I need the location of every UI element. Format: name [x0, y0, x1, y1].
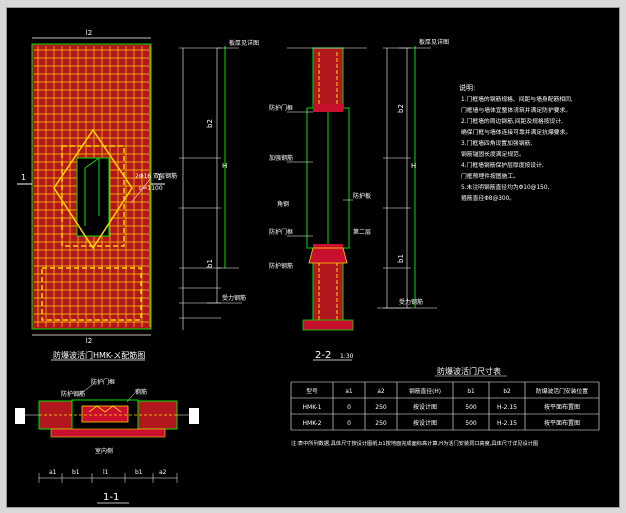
s11-dim-3: b1 [135, 469, 143, 476]
table-header-cell: 防爆波活门安装位置 [536, 387, 588, 395]
s11-dim-4: a2 [159, 469, 167, 476]
plan-top-note: 板厚见详图 [229, 39, 259, 47]
s22-label-right-1: 第二层 [353, 228, 371, 236]
section-22: 防护门框 加强钢筋 角钢 防护门框 防护钢筋 防护板 第二层 2-2 1:30 [269, 47, 371, 361]
plan-tick-marks [179, 47, 221, 319]
plan-dim-b1: b1 [206, 259, 214, 268]
notes: 说明: 1.门框墙的钢筋规格、间距与墙身配筋相同, 门框墙与墙体宜整体浇筑并满足… [459, 83, 573, 202]
note-line: 门框预埋件按图施工。 [461, 172, 519, 180]
s22-top-note: 板厚见详图 [419, 38, 449, 46]
table-cell: 250 [375, 420, 387, 427]
s22-dim-H: H [411, 162, 416, 170]
rebar-note-1: 2Φ16 双层钢筋 [135, 172, 177, 180]
section-11-door [81, 405, 129, 423]
s22-label-right-0: 防护板 [353, 192, 371, 200]
note-line: 4.门框墙钢筋保护层厚度按设计, [461, 161, 544, 169]
s22-bottom-note: 受力钢筋 [399, 298, 423, 306]
plan-view: l2 l2 1 1 2Φ16 双层钢筋 L=1100 防爆波活门HMK-ㄨ配筋图 [17, 29, 177, 361]
table-cell: H-2.15 [497, 404, 517, 411]
s22-title: 2-2 [315, 350, 331, 361]
rebar-note-2: L=1100 [139, 185, 163, 192]
note-line: 钢筋锚固长度满足规范。 [461, 150, 525, 158]
s11-dim-2: l1 [103, 469, 109, 476]
s11-label-1: 防护钢筋 [61, 390, 85, 398]
plan-dim-bottom: l2 [86, 337, 92, 345]
note-line: 门框墙与墙体宜整体浇筑并满足防护要求。 [461, 106, 571, 114]
size-table: 防爆波活门尺寸表 型号 a1 a2 钢筋直径(H) b1 b2 防爆波活门安装位置 HMK-1… [290, 366, 600, 447]
table-title: 防爆波活门尺寸表 [437, 366, 501, 376]
s22-label-3: 防护门框 [269, 228, 293, 236]
table-footnote: 注:表中所列数据,具体尺寸按设计图纸,b1按地面完成面标高计算,H为活门安装洞口… [291, 439, 538, 447]
table-header-cell: 钢筋直径(H) [409, 387, 441, 395]
drawing: l2 l2 1 1 2Φ16 双层钢筋 L=1100 防爆波活门HMK-ㄨ配筋图… [15, 29, 600, 504]
note-line: 箍筋直径Φ8@300。 [461, 194, 515, 202]
table-header-cell: b1 [467, 389, 475, 395]
plan-dim-top: l2 [86, 29, 92, 37]
note-line: 5.未注明钢筋直径均为Φ10@150, [461, 183, 550, 191]
table-cells: 型号 a1 a2 钢筋直径(H) b1 b2 防爆波活门安装位置 HMK-1 0 250 按设计图 5… [303, 387, 589, 427]
section-11: 防护门框 防护钢筋 钢筋 室内侧 a1 b1 l1 b1 a2 1-1 [15, 378, 199, 504]
s22-dim-b1: b1 [397, 254, 405, 263]
section-22-lintel [313, 104, 343, 112]
table-header-cell: 型号 [306, 387, 318, 395]
table-cell: HMK-1 [303, 404, 322, 411]
plan-elevation-dims: b2 H b1 板厚见详图 受力钢筋 [179, 39, 259, 330]
s22-label-0: 防护门框 [269, 104, 293, 112]
plan-bottom-note: 受力钢筋 [222, 294, 246, 302]
note-line: 确保门框与墙体连接可靠并满足抗爆要求。 [461, 128, 571, 136]
table-cell: 按设计图 [413, 403, 437, 411]
s22-label-1: 加强钢筋 [269, 154, 293, 162]
table-cell: 250 [375, 404, 387, 411]
window-frame: l2 l2 1 1 2Φ16 双层钢筋 L=1100 防爆波活门HMK-ㄨ配筋图… [0, 0, 626, 513]
s11-label-2: 钢筋 [135, 388, 147, 396]
table-cell: H-2.15 [497, 420, 517, 427]
cad-canvas[interactable]: l2 l2 1 1 2Φ16 双层钢筋 L=1100 防爆波活门HMK-ㄨ配筋图… [6, 7, 620, 508]
section-mark-left: 1 [21, 173, 26, 182]
note-line: 1.门框墙的钢筋规格、间距与墙身配筋相同, [461, 95, 573, 103]
table-cell: 500 [465, 404, 477, 411]
table-cell: 按平面布置图 [544, 419, 580, 427]
notes-heading: 说明: [459, 83, 475, 92]
s11-label-3: 室内侧 [95, 447, 113, 455]
table-cell: 按平面布置图 [544, 403, 580, 411]
table-cell: 0 [347, 420, 351, 427]
table-cell: 0 [347, 404, 351, 411]
door-opening [76, 157, 110, 237]
s22-scale: 1:30 [340, 353, 354, 360]
s22-label-4: 防护钢筋 [269, 262, 293, 270]
notes-lines: 1.门框墙的钢筋规格、间距与墙身配筋相同, 门框墙与墙体宜整体浇筑并满足防护要求… [461, 95, 573, 202]
plan-title: 防爆波活门HMK-ㄨ配筋图 [53, 350, 145, 360]
table-cell: 500 [465, 420, 477, 427]
table-cell: HMK-2 [303, 420, 322, 427]
s11-title: 1-1 [103, 492, 119, 503]
s11-label-0: 防护门框 [91, 378, 115, 386]
note-line: 3.门框墙四角设置加强钢筋, [461, 139, 532, 147]
s22-dim-b2: b2 [397, 104, 405, 113]
plan-dim-H: H [222, 162, 227, 170]
section-22-foot [302, 319, 354, 331]
table-header-cell: b2 [503, 389, 511, 395]
section-22-elev-dims: b2 H b1 板厚见详图 受力钢筋 [377, 38, 449, 309]
s11-dim-1: b1 [72, 469, 80, 476]
s11-dim-0: a1 [49, 469, 57, 476]
table-cell: 按设计图 [413, 419, 437, 427]
plan-dim-b2: b2 [206, 119, 214, 128]
note-line: 2.门框墙的周边钢筋,间距及规格按设计, [461, 117, 563, 125]
table-header-cell: a1 [345, 389, 353, 395]
table-header-cell: a2 [377, 389, 385, 395]
s22-label-2: 角钢 [277, 200, 289, 208]
